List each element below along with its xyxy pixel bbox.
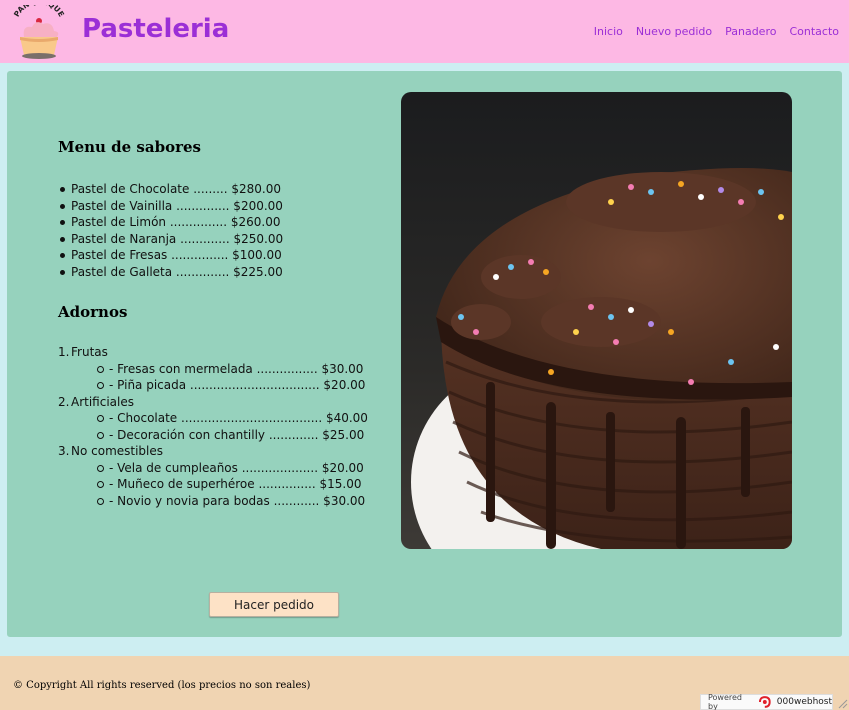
flavor-item: Pastel de Vainilla .............. $200.0… <box>59 198 283 213</box>
adorno-item: - Novio y novia para bodas ............ … <box>71 493 368 510</box>
adorno-sublist: - Vela de cumpleaños ...................… <box>71 460 368 510</box>
nav-panadero[interactable]: Panadero <box>725 25 776 38</box>
category-name: Artificiales <box>71 394 134 409</box>
nav-contacto[interactable]: Contacto <box>789 25 839 38</box>
site-footer: © Copyright All rights reserved (los pre… <box>0 656 849 710</box>
logo-text: PANQUEQUE <box>12 5 66 18</box>
category-number: 1. <box>58 345 70 359</box>
adornos-title: Adornos <box>58 303 128 321</box>
adorno-item: - Chocolate ............................… <box>71 410 368 427</box>
adorno-category: 2. Artificiales <box>58 394 368 411</box>
adorno-item: - Muñeco de superhéroe ............... $… <box>71 476 368 493</box>
host-name: 000webhost <box>776 697 832 707</box>
adornos-list: 1. Frutas - Fresas con mermelada ........… <box>58 344 368 510</box>
svg-text:PANQUEQUE: PANQUEQUE <box>12 5 66 18</box>
adorno-item: - Piña picada ..........................… <box>71 377 368 394</box>
host-badge[interactable]: Powered by 000webhost <box>700 693 833 710</box>
category-name: No comestibles <box>71 444 164 458</box>
site-header: PANQUEQUE Pasteleria Inicio Nuevo pedido… <box>0 0 849 63</box>
flavor-item: Pastel de Naranja ............. $250.00 <box>59 231 284 246</box>
flavor-item: Pastel de Limón ............... $260.00 <box>59 214 283 231</box>
main-panel: Menu de sabores Pastel de Chocolate ....… <box>7 71 842 637</box>
cupcake-logo[interactable]: PANQUEQUE <box>10 5 68 61</box>
adorno-sublist: - Chocolate ............................… <box>71 410 368 443</box>
host-logo-icon <box>759 696 771 708</box>
category-number: 2. <box>58 394 70 409</box>
category-number: 3. <box>58 444 70 458</box>
main-nav: Inicio Nuevo pedido Panadero Contacto <box>594 25 839 38</box>
adorno-category: 3. No comestibles <box>58 443 368 460</box>
flavor-item: Pastel de Fresas ............... $100.00 <box>59 248 282 262</box>
brand-title[interactable]: Pasteleria <box>82 14 229 44</box>
order-button[interactable]: Hacer pedido <box>209 592 339 617</box>
menu-title: Menu de sabores <box>58 138 201 156</box>
category-name: Frutas <box>71 345 108 359</box>
nav-nuevo-pedido[interactable]: Nuevo pedido <box>636 25 712 38</box>
adorno-category: 1. Frutas <box>58 344 368 361</box>
copyright-text: © Copyright All rights reserved (los pre… <box>13 680 311 691</box>
resize-grip-icon[interactable] <box>836 697 848 709</box>
flavor-list: Pastel de Chocolate ......... $280.00 Pa… <box>59 181 284 280</box>
adorno-item: - Decoración con chantilly .............… <box>71 427 368 444</box>
flavor-item: Pastel de Galleta .............. $225.00 <box>59 264 283 279</box>
adorno-sublist: - Fresas con mermelada ................ … <box>71 361 368 394</box>
chocolate-cake-photo <box>401 92 792 549</box>
adorno-item: - Fresas con mermelada ................ … <box>71 361 368 378</box>
powered-by-label: Powered by <box>708 693 743 710</box>
flavor-item: Pastel de Chocolate ......... $280.00 <box>59 181 283 198</box>
adorno-item: - Vela de cumpleaños ...................… <box>71 460 368 477</box>
nav-inicio[interactable]: Inicio <box>594 25 623 38</box>
